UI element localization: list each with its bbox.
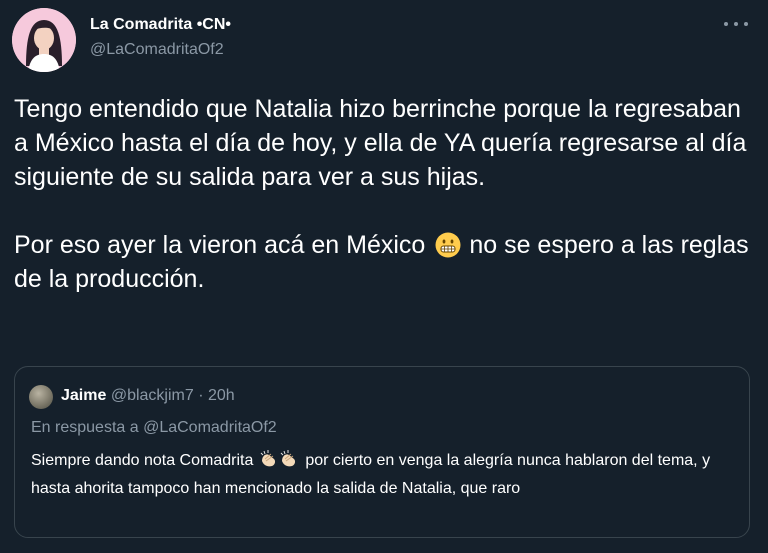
author-display-name[interactable]: La Comadrita •CN• xyxy=(90,16,231,34)
avatar-illustration xyxy=(12,8,76,72)
tweet-text: Tengo entendido que Natalia hizo berrinc… xyxy=(14,92,758,296)
quoted-author-name[interactable]: Jaime xyxy=(61,387,106,404)
quoted-reply-context: En respuesta a @LaComadritaOf2 xyxy=(31,419,277,436)
tweet-paragraph: Tengo entendido que Natalia hizo berrinc… xyxy=(14,95,747,191)
grimacing-face-icon xyxy=(435,232,461,258)
clapping-hands-icon xyxy=(261,450,276,467)
clapping-hands-icons xyxy=(259,449,299,477)
quoted-text-segment: Siempre dando nota Comadrita xyxy=(31,452,254,469)
quoted-tweet-card[interactable]: Jaime @blackjim7 · 20h En respuesta a @L… xyxy=(14,366,750,538)
tweet-text-segment: Por eso ayer la vieron acá en México xyxy=(14,231,426,259)
quoted-author-meta: @blackjim7 · 20h xyxy=(110,387,235,404)
author-avatar[interactable] xyxy=(12,8,76,72)
more-dot xyxy=(734,22,738,26)
more-icon[interactable] xyxy=(724,14,748,34)
clapping-hands-icon xyxy=(281,450,296,467)
author-handle[interactable]: @LaComadritaOf2 xyxy=(90,41,224,59)
tweet-paragraph: Por eso ayer la vieron acá en México no … xyxy=(14,228,758,296)
more-dot xyxy=(744,22,748,26)
quoted-tweet-header: Jaime @blackjim7 · 20h xyxy=(61,387,235,405)
quoted-author-avatar[interactable] xyxy=(29,385,53,409)
quoted-tweet-text: Siempre dando nota Comadrita por cierto … xyxy=(31,449,731,501)
more-dot xyxy=(724,22,728,26)
